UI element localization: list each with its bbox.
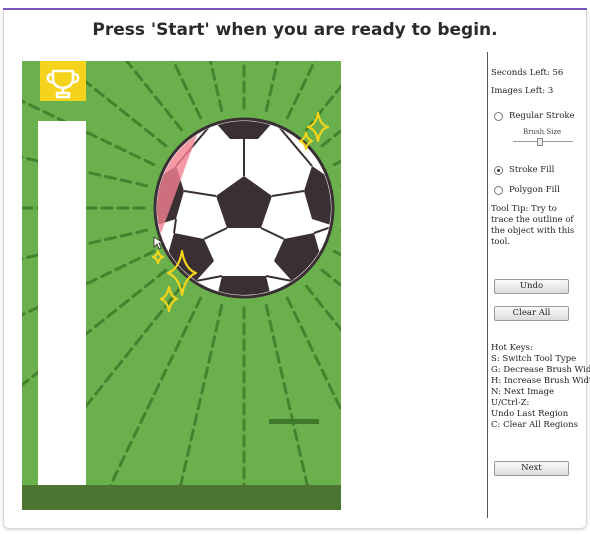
seconds-left: Seconds Left: 56 [491,68,564,78]
next-button[interactable]: Next [494,461,569,476]
canvas-image [22,61,341,510]
hotkey-line: U/Ctrl-Z: [491,398,530,408]
tool-label: Stroke Fill [509,165,555,175]
radio-regular-stroke[interactable] [494,112,503,121]
hotkey-line: G: Decrease Brush Width [491,365,590,375]
radio-polygon-fill[interactable] [494,186,503,195]
hotkey-line: Undo Last Region [491,409,569,419]
tool-polygon-fill[interactable]: Polygon Fill [494,185,560,196]
undo-button[interactable]: Undo [494,279,569,294]
clear-all-button[interactable]: Clear All [494,306,569,321]
panel-divider [487,52,488,518]
slider-thumb[interactable] [537,138,543,146]
hotkey-line: H: Increase Brush Width [491,376,590,386]
hotkey-line: C: Clear All Regions [491,420,578,430]
tool-label: Regular Stroke [509,111,575,121]
brush-size-label: Brush Size [523,128,562,136]
trophy-tile [40,61,86,101]
hotkey-line: N: Next Image [491,387,555,397]
slider-track [513,141,573,142]
hotkey-line: Hot Keys: [491,343,533,353]
white-bar [38,121,86,485]
annotation-canvas[interactable] [22,61,341,510]
tool-stroke-fill[interactable]: Stroke Fill [494,165,554,176]
instruction-heading: Press 'Start' when you are ready to begi… [92,20,498,40]
radio-stroke-fill[interactable] [494,166,503,175]
images-left: Images Left: 3 [491,86,554,96]
small-dark-bar [269,419,319,424]
tool-tip: Tool Tip: Try to trace the outline of th… [491,204,575,247]
tool-regular-stroke[interactable]: Regular Stroke [494,111,575,122]
brush-size-slider[interactable] [513,138,573,146]
hotkey-line: S: Switch Tool Type [491,354,577,364]
tool-label: Polygon Fill [509,185,560,195]
ground-strip [22,485,341,510]
hotkeys-list: Hot Keys: S: Switch Tool Type G: Decreas… [491,343,590,431]
